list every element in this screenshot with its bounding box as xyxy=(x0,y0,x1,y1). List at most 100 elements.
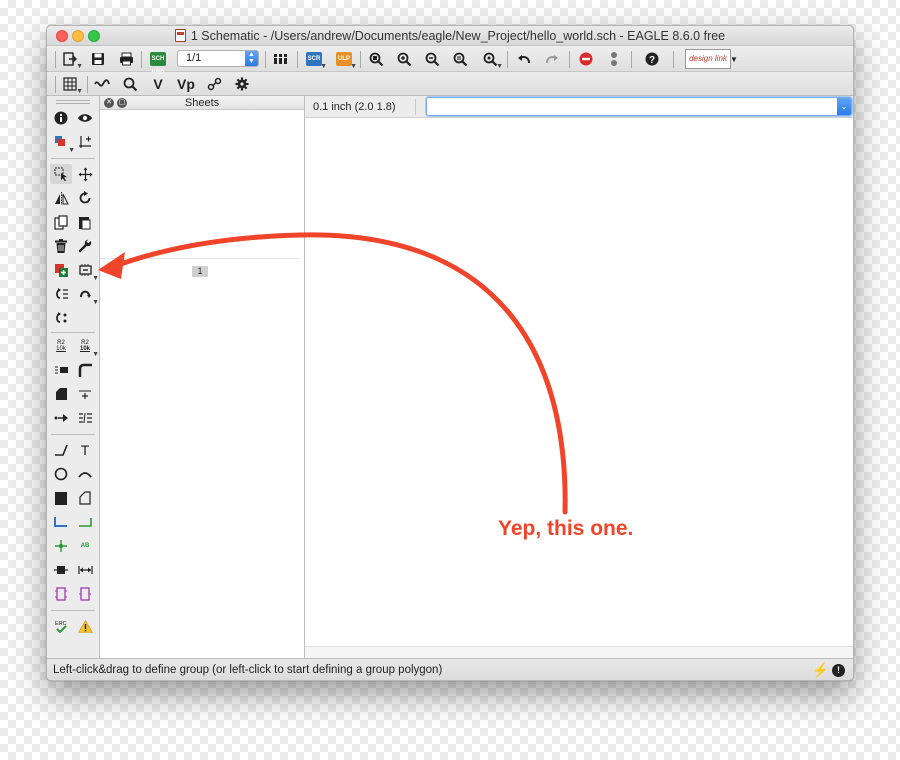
window-title-area: 1 Schematic - /Users/andrew/Documents/ea… xyxy=(47,29,853,43)
warning-icon[interactable] xyxy=(74,616,96,636)
mark-icon[interactable] xyxy=(74,132,96,152)
group-select-icon[interactable] xyxy=(50,164,72,184)
optimize-icon[interactable] xyxy=(74,384,96,404)
replace-part-icon[interactable]: ▼ xyxy=(74,260,99,282)
toolbar-separator xyxy=(51,610,95,611)
add-part-icon[interactable] xyxy=(50,260,72,280)
zoom-select-icon[interactable] xyxy=(449,49,471,69)
toolbar-separator xyxy=(569,51,570,68)
command-history-dropdown-icon[interactable]: ⌄ xyxy=(837,98,851,115)
zoom-in-icon[interactable] xyxy=(393,49,415,69)
net-icon[interactable] xyxy=(50,512,72,532)
toolbar-separator xyxy=(360,51,361,68)
toolbar-separator xyxy=(141,51,142,68)
info-icon[interactable] xyxy=(50,108,72,128)
designlink-icon[interactable]: design link xyxy=(685,49,731,69)
move-icon[interactable] xyxy=(74,164,96,184)
command-line-input[interactable]: ⌄ xyxy=(426,97,852,116)
frame-icon[interactable] xyxy=(50,584,72,604)
designlink-dropdown-icon[interactable]: ▼ xyxy=(729,49,739,69)
sch-brd-icon[interactable]: SCH BRD xyxy=(147,49,169,76)
eye-icon[interactable] xyxy=(74,108,96,128)
value-tool-icon[interactable]: R2 10k ▼ xyxy=(74,336,99,358)
invoke-icon[interactable]: ▼ xyxy=(74,284,99,306)
undo-icon[interactable] xyxy=(513,49,535,69)
slice-icon[interactable] xyxy=(50,384,72,404)
text-icon[interactable]: T xyxy=(74,440,96,460)
zoom-out-icon[interactable] xyxy=(421,49,443,69)
sheets-title: Sheets xyxy=(184,97,220,109)
page-stepper-icon[interactable]: ▲ ▼ xyxy=(245,51,258,66)
help-icon[interactable]: ? xyxy=(641,49,663,69)
coord-separator xyxy=(415,99,416,115)
title-bar[interactable]: 1 Schematic - /Users/andrew/Documents/ea… xyxy=(47,26,853,46)
attribute-icon[interactable] xyxy=(50,560,72,580)
page-select[interactable]: 1/1 ▲ ▼ xyxy=(177,50,259,67)
swap-gate-icon[interactable] xyxy=(50,284,72,304)
stop-command-icon[interactable]: ! xyxy=(832,664,845,677)
open-icon[interactable]: ▼ xyxy=(59,49,83,70)
zoom-last-icon[interactable]: ▼ xyxy=(479,49,503,70)
zoom-fit-icon[interactable] xyxy=(365,49,387,69)
arc-icon[interactable] xyxy=(74,464,96,484)
toolbar-separator xyxy=(507,51,508,68)
save-icon[interactable] xyxy=(87,49,109,69)
lightning-icon[interactable]: ⚡ xyxy=(812,662,829,679)
bus-icon[interactable] xyxy=(74,512,96,532)
module-icon[interactable] xyxy=(74,584,96,604)
ratsnest-icon[interactable] xyxy=(91,74,113,94)
toolbar-separator xyxy=(673,51,674,68)
go-icon[interactable] xyxy=(603,49,625,69)
stop-icon[interactable] xyxy=(575,49,597,69)
print-icon[interactable] xyxy=(115,49,137,69)
toolbar-grip xyxy=(56,100,90,101)
split-icon[interactable] xyxy=(50,360,72,380)
redo-icon[interactable] xyxy=(541,49,563,69)
polygon-icon[interactable] xyxy=(74,488,96,508)
swap-pin-icon[interactable] xyxy=(50,308,72,328)
script-icon[interactable]: SCR ▼ xyxy=(303,49,327,70)
pinswap-list-icon[interactable] xyxy=(74,408,96,428)
layers-icon[interactable]: ▼ xyxy=(50,132,75,154)
page-select-value: 1/1 xyxy=(186,52,202,64)
circle-icon[interactable] xyxy=(50,464,72,484)
secondary-toolbar: ▼ V Vp xyxy=(47,72,853,96)
cam-icon[interactable] xyxy=(270,49,292,69)
toolbar-separator xyxy=(51,332,95,333)
wrench-icon[interactable] xyxy=(74,236,96,256)
toolbar-grip xyxy=(56,103,90,104)
grid-icon[interactable]: ▼ xyxy=(59,74,83,95)
ulp-icon[interactable]: ULP ▼ xyxy=(333,49,357,70)
status-bar: Left-click&drag to define group (or left… xyxy=(47,658,853,680)
label-icon[interactable]: AB xyxy=(74,536,96,556)
rotate-icon[interactable] xyxy=(74,188,96,208)
show-icon[interactable] xyxy=(119,74,141,94)
name-icon[interactable]: R2 10k xyxy=(50,336,72,356)
eagle-window: 1 Schematic - /Users/andrew/Documents/ea… xyxy=(46,25,854,681)
value-icon[interactable]: V xyxy=(147,74,169,94)
main-toolbar: ▼ SCH BRD 1/1 ▲▼ SCR ▼ ULP ▼ xyxy=(47,46,853,76)
junction-icon[interactable] xyxy=(50,536,72,556)
paste-icon[interactable] xyxy=(74,212,96,232)
bus-entry-icon[interactable] xyxy=(50,408,72,428)
net-class-icon[interactable] xyxy=(203,74,225,94)
delete-icon[interactable] xyxy=(50,236,72,256)
horizontal-scrollbar[interactable] xyxy=(305,646,853,658)
rect-icon[interactable] xyxy=(50,488,72,508)
toolbar-separator xyxy=(51,434,95,435)
miter-icon[interactable] xyxy=(74,360,96,380)
toolbar-separator xyxy=(55,51,56,68)
vp-label: Vp xyxy=(177,76,195,92)
dimension-icon[interactable] xyxy=(74,560,96,580)
settings-gear-icon[interactable] xyxy=(231,74,253,94)
copy-icon[interactable] xyxy=(50,212,72,232)
sheet-thumbnail[interactable] xyxy=(100,258,300,259)
vp-icon[interactable]: Vp xyxy=(175,74,197,94)
mirror-icon[interactable] xyxy=(50,188,72,208)
sheet-number-badge[interactable]: 1 xyxy=(192,266,208,277)
schematic-canvas[interactable] xyxy=(305,118,853,658)
window-title: 1 Schematic - /Users/andrew/Documents/ea… xyxy=(190,29,726,43)
line-icon[interactable] xyxy=(50,440,72,460)
erc-icon[interactable]: ERC xyxy=(50,616,72,636)
command-line-bar: 0.1 inch (2.0 1.8) ⌄ xyxy=(305,96,853,118)
